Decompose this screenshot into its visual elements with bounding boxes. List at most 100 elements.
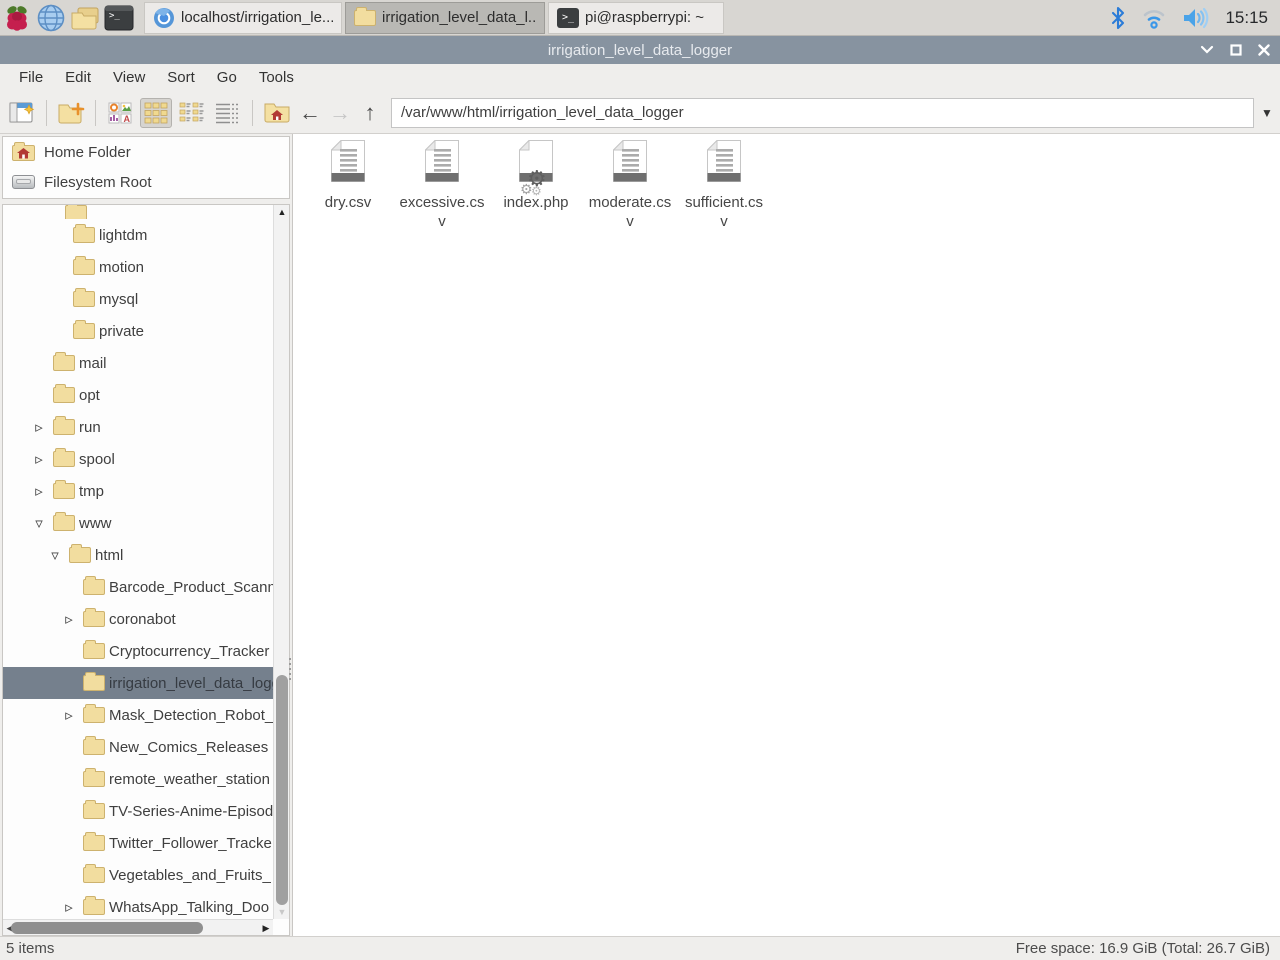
tree-item-Mask_Detection_Robot_[interactable]: ▹Mask_Detection_Robot_ <box>3 699 273 731</box>
tree-item-coronabot[interactable]: ▹coronabot <box>3 603 273 635</box>
volume-icon[interactable] <box>1182 6 1210 30</box>
wifi-icon[interactable] <box>1141 6 1167 30</box>
menu-go[interactable]: Go <box>206 64 248 92</box>
globe-icon <box>37 4 65 32</box>
menu-sort[interactable]: Sort <box>156 64 206 92</box>
up-button[interactable]: ↑ <box>355 100 385 126</box>
home-button[interactable] <box>261 98 293 128</box>
tree-item-label: Barcode_Product_Scanner <box>109 579 273 596</box>
scroll-up-icon[interactable]: ▲ <box>274 205 290 219</box>
path-input[interactable]: /var/www/html/irrigation_level_data_logg… <box>391 98 1254 128</box>
tree-item-private[interactable]: private <box>3 315 273 347</box>
expand-icon[interactable]: ▹ <box>31 418 47 436</box>
tree-item-label: Vegetables_and_Fruits_ <box>109 867 271 884</box>
tree-item-run[interactable]: ▹ run <box>3 411 273 443</box>
thumbnail-view-button[interactable]: A <box>104 98 136 128</box>
folder-icon <box>83 707 105 723</box>
tree-item-www[interactable]: ▿www <box>3 507 273 539</box>
scrollbar-thumb[interactable] <box>11 922 203 934</box>
menu-view[interactable]: View <box>102 64 156 92</box>
window-titlebar[interactable]: irrigation_level_data_logger <box>0 36 1280 64</box>
expand-icon[interactable]: ▹ <box>61 898 77 916</box>
maximize-icon[interactable] <box>1230 44 1242 56</box>
tree-item-remote_weather_station[interactable]: remote_weather_station <box>3 763 273 795</box>
back-button[interactable]: ← <box>295 100 325 126</box>
place-home-folder[interactable]: Home Folder <box>3 137 289 167</box>
tree-item-mysql[interactable]: mysql <box>3 283 273 315</box>
scroll-down-icon[interactable]: ▼ <box>274 905 290 919</box>
tree-item-Vegetables_and_Fruits_[interactable]: Vegetables_and_Fruits_ <box>3 859 273 891</box>
tree-item-label: run <box>79 419 101 436</box>
tree-item-Twitter_Follower_Tracke[interactable]: Twitter_Follower_Tracke <box>3 827 273 859</box>
tree-item-label: html <box>95 547 123 564</box>
collapse-icon[interactable]: ▿ <box>47 546 63 564</box>
terminal-launcher-icon[interactable]: >_ <box>102 2 136 34</box>
tree-item-mail[interactable]: mail <box>3 347 273 379</box>
path-dropdown-icon[interactable]: ▼ <box>1254 106 1280 120</box>
file-moderate.csv[interactable]: moderate.csv <box>583 140 677 231</box>
folder-icon <box>83 675 105 691</box>
task-label: pi@raspberrypi: ~ <box>585 9 704 26</box>
thumbnail-view-icon: A <box>108 101 132 125</box>
system-tray: 15:15 <box>1110 6 1280 30</box>
tree-item-WhatsApp_Talking_Doo[interactable]: ▹WhatsApp_Talking_Doo <box>3 891 273 923</box>
bluetooth-icon[interactable] <box>1110 6 1126 30</box>
collapse-icon[interactable]: ▿ <box>31 514 47 532</box>
tree-item-partial[interactable] <box>3 204 273 219</box>
compact-view-button[interactable] <box>176 98 208 128</box>
file-excessive.csv[interactable]: excessive.csv <box>395 140 489 231</box>
tree-item-label: Twitter_Follower_Tracke <box>109 835 272 852</box>
tree-item-irrigation_level_data_logger[interactable]: irrigation_level_data_logger <box>3 667 273 699</box>
tree-item-html[interactable]: ▿ html <box>3 539 273 571</box>
tree-vertical-scrollbar[interactable]: ▲ ▼ <box>273 205 289 919</box>
raspberry-menu-icon[interactable] <box>0 2 34 34</box>
folder-icon <box>53 483 75 499</box>
toolbar-separator <box>95 100 96 126</box>
tree-item-opt[interactable]: opt <box>3 379 273 411</box>
file-list-panel[interactable]: dry.csvexcessive.csv⚙⚙⚙index.phpmoderate… <box>292 134 1280 936</box>
menu-edit[interactable]: Edit <box>54 64 102 92</box>
forward-button[interactable]: → <box>325 100 355 126</box>
file-dry.csv[interactable]: dry.csv <box>301 140 395 212</box>
tree-item-TV-Series-Anime-Episod[interactable]: TV-Series-Anime-Episod <box>3 795 273 827</box>
folder-icon <box>83 739 105 755</box>
tree-item-New_Comics_Releases[interactable]: New_Comics_Releases <box>3 731 273 763</box>
taskbar-task-browser[interactable]: localhost/irrigation_le... <box>144 2 342 34</box>
expand-icon[interactable]: ▹ <box>61 706 77 724</box>
task-label: irrigation_level_data_l... <box>382 9 536 26</box>
toolbar-separator <box>46 100 47 126</box>
tree-item-spool[interactable]: ▹spool <box>3 443 273 475</box>
tree-item-Barcode_Product_Scanner[interactable]: Barcode_Product_Scanner <box>3 571 273 603</box>
taskbar-task-filemanager[interactable]: irrigation_level_data_l... <box>345 2 545 34</box>
detailed-view-button[interactable] <box>212 98 244 128</box>
menu-tools[interactable]: Tools <box>248 64 305 92</box>
menu-file[interactable]: File <box>8 64 54 92</box>
folder-icon <box>73 259 95 275</box>
expand-icon[interactable]: ▹ <box>31 450 47 468</box>
new-folder-button[interactable] <box>55 98 87 128</box>
close-icon[interactable] <box>1258 44 1270 56</box>
drive-icon <box>12 175 35 189</box>
statusbar: 5 items Free space: 16.9 GiB (Total: 26.… <box>0 936 1280 960</box>
scrollbar-thumb[interactable] <box>276 675 288 905</box>
expand-icon[interactable]: ▹ <box>61 610 77 628</box>
tree-item-tmp[interactable]: ▹tmp <box>3 475 273 507</box>
tree-item-motion[interactable]: motion <box>3 251 273 283</box>
icon-view-button[interactable] <box>140 98 172 128</box>
svg-text:>_: >_ <box>109 11 120 21</box>
tree-item-lightdm[interactable]: lightdm <box>3 219 273 251</box>
terminal-icon: >_ <box>557 8 579 28</box>
web-browser-icon[interactable] <box>34 2 68 34</box>
place-filesystem-root[interactable]: Filesystem Root <box>3 167 289 197</box>
minimize-icon[interactable] <box>1200 45 1214 55</box>
expand-icon[interactable]: ▹ <box>31 482 47 500</box>
file-manager-icon[interactable] <box>68 2 102 34</box>
clock[interactable]: 15:15 <box>1225 8 1268 28</box>
tree-item-Cryptocurrency_Tracker[interactable]: Cryptocurrency_Tracker <box>3 635 273 667</box>
file-name-label: excessive.csv <box>395 193 489 231</box>
taskbar-task-terminal[interactable]: >_ pi@raspberrypi: ~ <box>548 2 724 34</box>
file-sufficient.csv[interactable]: sufficient.csv <box>677 140 771 231</box>
tree-item-label: motion <box>99 259 144 276</box>
new-window-button[interactable] <box>6 98 38 128</box>
file-index.php[interactable]: ⚙⚙⚙index.php <box>489 140 583 212</box>
